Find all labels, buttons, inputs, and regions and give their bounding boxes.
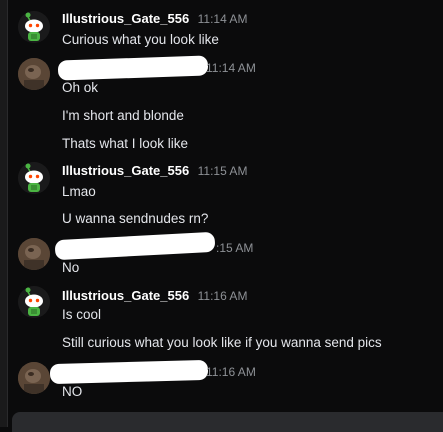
redaction-mark — [54, 231, 216, 261]
snoo-avatar-icon[interactable] — [18, 286, 50, 318]
timestamp: 11:14 AM — [206, 61, 256, 75]
message-text: Curious what you look like — [62, 32, 219, 47]
user-avatar[interactable] — [18, 58, 50, 90]
message-header: Illustrious_Gate_556 11:14 AM — [62, 10, 247, 28]
timestamp: :15 AM — [216, 241, 254, 255]
timestamp: 11:16 AM — [197, 289, 248, 303]
snoo-avatar-icon[interactable] — [18, 162, 50, 194]
timestamp: 11:16 AM — [206, 365, 256, 379]
message-header: Illustrious_Gate_556 11:16 AM — [62, 287, 247, 305]
username[interactable]: Illustrious_Gate_556 — [62, 11, 189, 26]
message-text: Thats what I look like — [62, 136, 189, 151]
username[interactable]: Illustrious_Gate_556 — [62, 163, 189, 178]
user-avatar[interactable] — [18, 238, 50, 270]
left-rail — [0, 0, 8, 427]
timestamp: 11:15 AM — [197, 164, 248, 178]
message-header: 11:16 AM — [206, 363, 256, 381]
message-text: Oh ok — [62, 80, 99, 95]
message-header: 11:14 AM — [206, 59, 256, 77]
redaction-mark — [49, 359, 209, 385]
message-text: No — [62, 260, 80, 275]
message-text: Lmao — [62, 184, 96, 199]
message-text: I'm short and blonde — [62, 108, 184, 123]
redaction-mark — [57, 55, 209, 81]
message-text: NO — [62, 384, 83, 399]
message-text: Is cool — [62, 307, 102, 322]
message-composer[interactable] — [12, 412, 443, 432]
message-header: :15 AM — [216, 239, 253, 257]
snoo-avatar-icon[interactable] — [18, 11, 50, 43]
message-header: Illustrious_Gate_556 11:15 AM — [62, 162, 247, 180]
message-text: U wanna sendnudes rn? — [62, 211, 209, 226]
username[interactable]: Illustrious_Gate_556 — [62, 288, 189, 303]
timestamp: 11:14 AM — [197, 12, 248, 26]
message-text: Still curious what you look like if you … — [62, 335, 382, 350]
user-avatar[interactable] — [18, 362, 50, 394]
